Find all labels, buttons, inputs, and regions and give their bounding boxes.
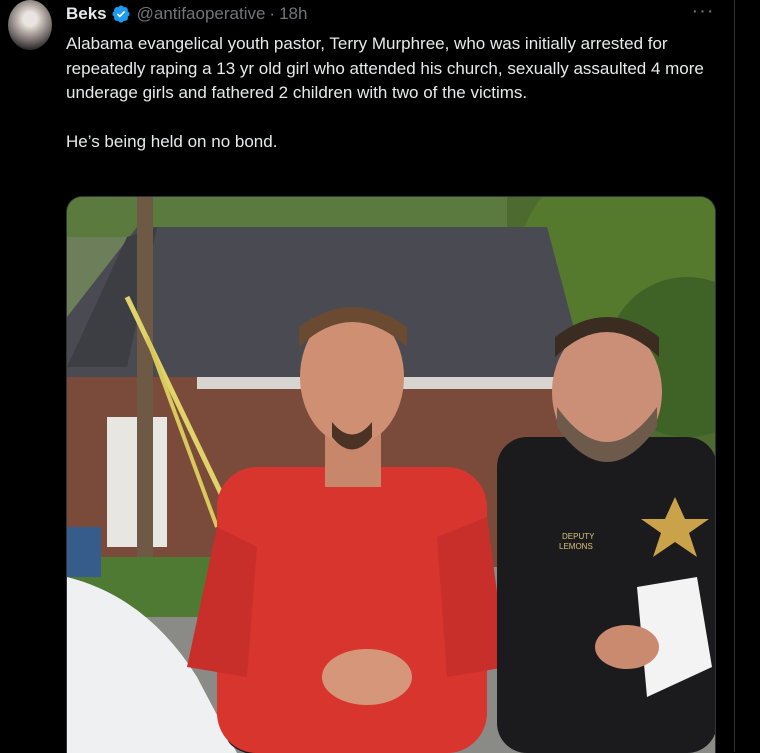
tweet-text: Alabama evangelical youth pastor, Terry … bbox=[66, 34, 704, 151]
photo-hands bbox=[322, 649, 412, 705]
photo-trash-bin bbox=[67, 527, 101, 577]
photo-pole bbox=[137, 197, 153, 617]
photo-badge-text-2: LEMONS bbox=[559, 542, 593, 551]
tweet-timestamp[interactable]: 18h bbox=[279, 4, 307, 24]
tweet-media-photo[interactable]: DEPUTY LEMONS bbox=[66, 196, 716, 753]
author-handle[interactable]: @antifaoperative bbox=[137, 4, 266, 24]
photo-illustration: DEPUTY LEMONS bbox=[67, 197, 715, 753]
timeline-divider bbox=[734, 0, 735, 752]
author-avatar[interactable] bbox=[8, 0, 52, 50]
separator-dot: · bbox=[269, 4, 276, 23]
author-name[interactable]: Beks bbox=[66, 4, 107, 24]
tweet-header: Beks @antifaoperative · 18h bbox=[66, 2, 307, 26]
verified-badge-icon bbox=[112, 5, 130, 23]
more-icon[interactable]: ··· bbox=[690, 0, 716, 26]
photo-badge-text-1: DEPUTY bbox=[562, 532, 595, 541]
